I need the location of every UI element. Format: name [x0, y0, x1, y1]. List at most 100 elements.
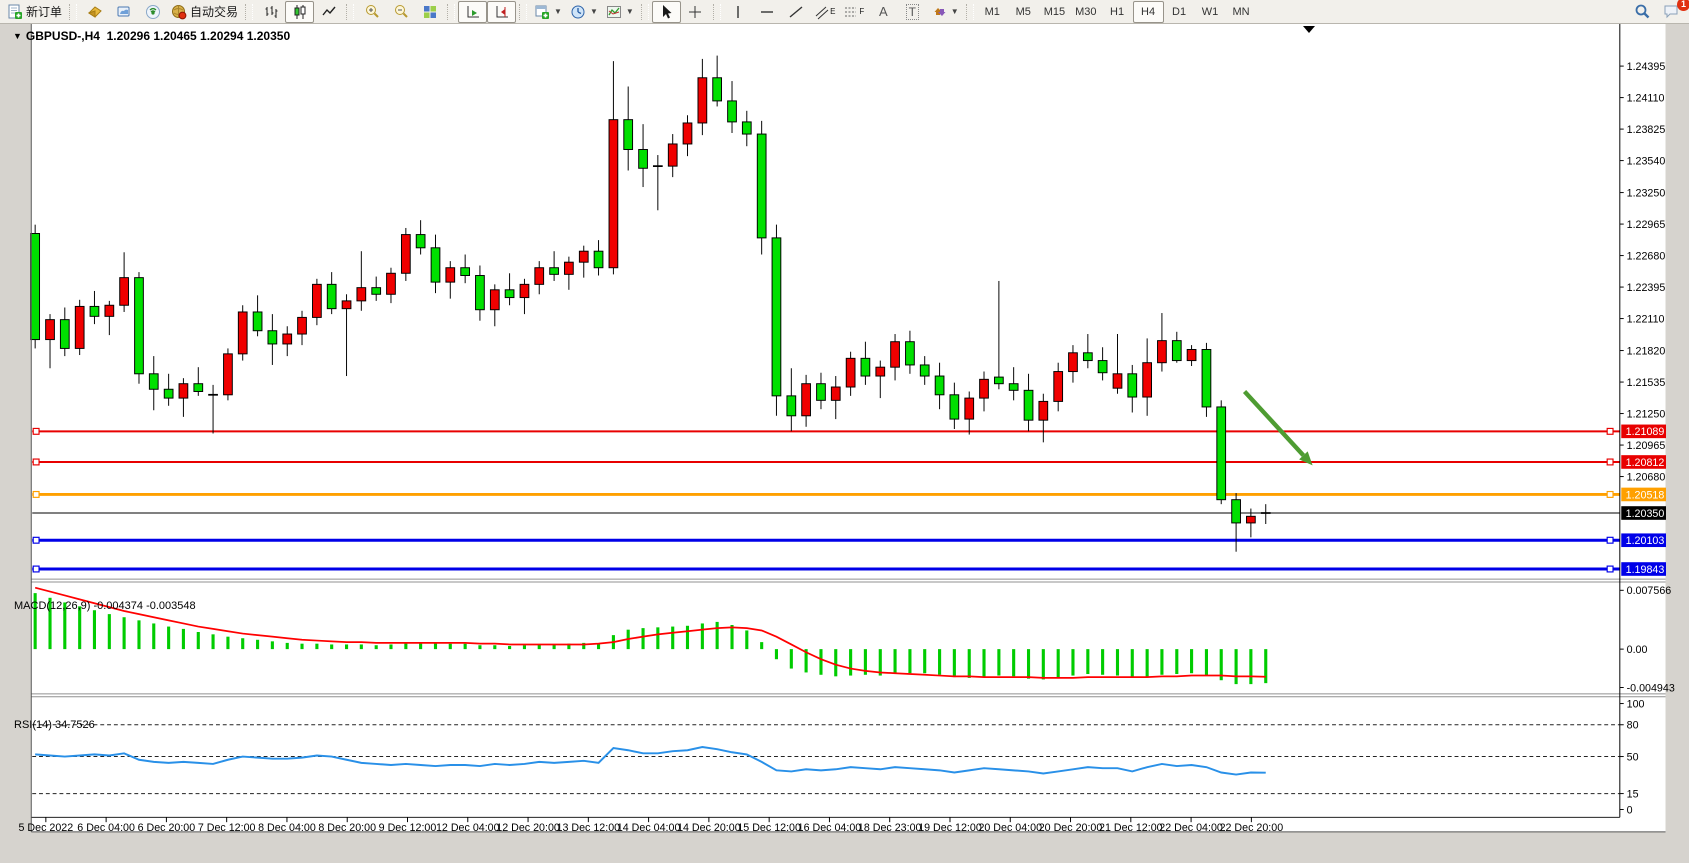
chat-button[interactable]: 1	[1657, 1, 1686, 23]
terminal-button[interactable]	[109, 1, 138, 23]
timeframe-MN[interactable]: MN	[1226, 1, 1257, 23]
cursor-icon	[658, 4, 674, 20]
label-tool-icon: T	[906, 4, 919, 20]
macd-axis-label: -0.004943	[1627, 682, 1675, 694]
periods-button[interactable]: ▼	[566, 1, 602, 23]
text-tool[interactable]: A	[869, 1, 898, 23]
price-badge-label: 1.20350	[1626, 508, 1665, 520]
bar-chart-icon	[263, 4, 279, 20]
new-order-icon	[7, 4, 23, 20]
candle-body	[387, 273, 396, 294]
candle-chart-type-button[interactable]	[285, 1, 314, 23]
time-axis-label: 12 Dec 04:00	[436, 822, 500, 834]
chart-title: ▼GBPUSD-,H4 1.20296 1.20465 1.20294 1.20…	[13, 29, 290, 43]
symbol-dropdown-icon[interactable]: ▼	[13, 31, 22, 41]
time-axis-label: 6 Dec 04:00	[77, 822, 135, 834]
new-order-button[interactable]: 新订单	[3, 1, 66, 23]
timeframe-H4[interactable]: H4	[1133, 1, 1164, 23]
time-axis-label: 14 Dec 04:00	[617, 822, 681, 834]
line-handle[interactable]	[1607, 492, 1613, 498]
search-button[interactable]	[1628, 1, 1657, 23]
terminal-icon	[116, 4, 132, 20]
indicators-button[interactable]: ▼	[602, 1, 638, 23]
line-handle[interactable]	[33, 459, 39, 465]
candle-body	[1187, 349, 1196, 360]
candle-body	[594, 251, 603, 268]
cursor-button[interactable]	[652, 1, 681, 23]
quotes-icon	[87, 4, 103, 20]
auto-scroll-button[interactable]	[458, 1, 487, 23]
candle-body	[565, 262, 574, 274]
time-axis-label: 22 Dec 04:00	[1159, 822, 1223, 834]
tile-windows-icon	[422, 4, 438, 20]
time-axis-label: 20 Dec 04:00	[978, 822, 1042, 834]
macd-axis-label: 0.00	[1627, 644, 1648, 656]
candle-body	[313, 284, 322, 317]
rsi-axis-label: 0	[1627, 804, 1633, 816]
timeframe-M1[interactable]: M1	[977, 1, 1008, 23]
arrows-tool[interactable]: ▼	[927, 1, 963, 23]
candle-body	[46, 320, 55, 340]
timeframe-M5[interactable]: M5	[1008, 1, 1039, 23]
candle-body	[1158, 341, 1167, 363]
timeframe-M30[interactable]: M30	[1070, 1, 1101, 23]
signal-button[interactable]	[138, 1, 167, 23]
candle-body	[60, 320, 69, 349]
vertical-line-tool[interactable]	[724, 1, 753, 23]
time-axis-label: 22 Dec 20:00	[1220, 822, 1284, 834]
quotes-button[interactable]	[80, 1, 109, 23]
candle-body	[787, 396, 796, 416]
candle-body	[372, 288, 381, 295]
chart-shift-button[interactable]	[487, 1, 516, 23]
zoom-out-button[interactable]	[386, 1, 415, 23]
candle-body	[446, 268, 455, 282]
candle-body	[550, 268, 559, 275]
fibo-letter: F	[859, 7, 864, 16]
equidistant-channel-tool[interactable]: E	[811, 1, 840, 23]
line-chart-type-button[interactable]	[314, 1, 343, 23]
new-chart-button[interactable]: ▼	[530, 1, 566, 23]
line-chart-icon	[321, 4, 337, 20]
candle-body	[1232, 500, 1241, 523]
timeframe-D1[interactable]: D1	[1164, 1, 1195, 23]
line-handle[interactable]	[33, 428, 39, 434]
candle-body	[1098, 361, 1107, 373]
chart-window[interactable]: 1.243951.241101.238251.235401.232501.229…	[0, 24, 1689, 863]
candle-body	[164, 389, 173, 398]
signal-icon	[145, 4, 161, 20]
arrows-icon	[931, 4, 947, 20]
line-handle[interactable]	[1607, 537, 1613, 543]
line-handle[interactable]	[1607, 459, 1613, 465]
line-handle[interactable]	[1607, 428, 1613, 434]
line-handle[interactable]	[33, 566, 39, 572]
bar-chart-type-button[interactable]	[256, 1, 285, 23]
toolbar-separator	[713, 4, 721, 20]
candle-body	[906, 342, 915, 365]
price-axis-label: 1.22110	[1627, 313, 1665, 325]
fibonacci-tool[interactable]: F	[840, 1, 869, 23]
fibonacci-icon	[844, 4, 858, 20]
text-label-tool[interactable]: T	[898, 1, 927, 23]
horizontal-line-tool[interactable]	[753, 1, 782, 23]
time-axis-label: 19 Dec 12:00	[918, 822, 982, 834]
tile-windows-button[interactable]	[415, 1, 444, 23]
timeframe-H1[interactable]: H1	[1102, 1, 1133, 23]
trendline-tool[interactable]	[782, 1, 811, 23]
candle-chart-icon	[292, 4, 308, 20]
candle-body	[1054, 372, 1063, 402]
line-handle[interactable]	[33, 537, 39, 543]
timeframe-W1[interactable]: W1	[1195, 1, 1226, 23]
rsi-axis-label: 50	[1627, 751, 1639, 763]
candle-body	[357, 288, 366, 301]
chart-shift-marker[interactable]	[1303, 26, 1315, 33]
line-handle[interactable]	[1607, 566, 1613, 572]
line-handle[interactable]	[33, 492, 39, 498]
candle-body	[224, 354, 233, 395]
crosshair-button[interactable]	[681, 1, 710, 23]
timeframe-M15[interactable]: M15	[1039, 1, 1070, 23]
new-order-label: 新订单	[26, 3, 62, 20]
price-chart-canvas[interactable]: 1.243951.241101.238251.235401.232501.229…	[0, 24, 1689, 863]
vline-icon	[731, 4, 745, 20]
auto-trading-button[interactable]: 自动交易	[167, 1, 242, 23]
zoom-in-button[interactable]	[357, 1, 386, 23]
